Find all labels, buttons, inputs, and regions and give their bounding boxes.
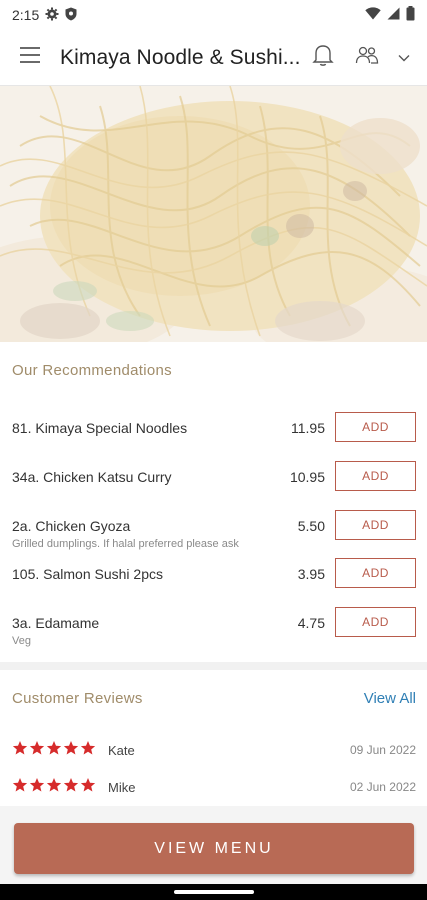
users-icon [355,45,379,70]
notifications-button[interactable] [307,42,339,74]
view-menu-button[interactable]: VIEW MENU [14,823,414,874]
add-button[interactable]: ADD [335,461,416,491]
battery-icon [406,6,415,24]
item-name: 81. Kimaya Special Noodles [12,420,188,436]
reviewer-name: Mike [108,780,136,795]
add-button[interactable]: ADD [335,412,416,442]
star-icon [46,741,62,755]
menu-item: 3a. Edamame Veg 4.75 ADD [0,607,427,661]
status-right [365,6,415,24]
item-price: 11.95 [291,420,325,436]
shield-icon [65,7,77,24]
user-group-button[interactable] [345,42,389,74]
signal-icon [387,7,400,23]
star-icon [29,778,45,792]
restaurant-hero-image [0,86,427,342]
reviewer-name: Kate [108,743,135,758]
home-gesture-handle[interactable] [174,890,254,894]
menu-item: 81. Kimaya Special Noodles 11.95 ADD [0,412,427,466]
menu-item: 34a. Chicken Katsu Curry 10.95 ADD [0,461,427,515]
star-icon [46,778,62,792]
hamburger-icon [19,46,41,69]
status-bar: 2:15 [0,0,427,30]
item-name: 105. Salmon Sushi 2pcs [12,566,163,582]
star-rating [12,740,96,756]
star-rating [12,777,96,793]
review-date: 09 Jun 2022 [349,743,416,757]
settings-icon [45,7,59,24]
status-time: 2:15 [12,7,40,23]
bell-icon [312,43,334,72]
item-name: 3a. Edamame [12,615,100,631]
reviews-title: Customer Reviews [12,690,143,707]
app-actions [307,42,427,74]
chevron-down-icon [398,49,410,67]
star-icon [12,741,28,755]
recommendations-section: Our Recommendations 81. Kimaya Special N… [0,342,427,662]
item-description: Grilled dumplings. If halal preferred pl… [12,538,239,550]
recommendations-title: Our Recommendations [12,362,172,379]
star-icon [63,741,79,755]
item-price: 3.95 [297,566,325,582]
item-name: 2a. Chicken Gyoza [12,518,131,534]
star-icon [80,741,96,755]
item-name: 34a. Chicken Katsu Curry [12,469,172,485]
star-icon [80,778,96,792]
add-button[interactable]: ADD [335,510,416,540]
add-button[interactable]: ADD [335,558,416,588]
menu-item: 105. Salmon Sushi 2pcs 3.95 ADD [0,558,427,612]
item-price: 4.75 [297,615,325,631]
wifi-icon [365,7,381,23]
item-price: 5.50 [297,518,325,534]
add-button[interactable]: ADD [335,607,416,637]
menu-button[interactable] [0,30,60,86]
section-divider [0,662,427,670]
review-date: 02 Jun 2022 [349,780,416,794]
star-icon [63,778,79,792]
app-bar: Kimaya Noodle & Sushi... [0,30,427,86]
reviews-section: Customer Reviews View All Kate 09 Jun 20… [0,670,427,805]
item-description: Veg [12,635,31,647]
review-row: Mike 02 Jun 2022 [0,777,427,801]
restaurant-title: Kimaya Noodle & Sushi... [60,45,301,69]
item-price: 10.95 [289,469,325,485]
star-icon [12,778,28,792]
system-nav-bar [0,884,427,900]
review-row: Kate 09 Jun 2022 [0,740,427,764]
account-dropdown-button[interactable] [395,42,413,74]
star-icon [29,741,45,755]
view-all-reviews-link[interactable]: View All [364,690,416,707]
status-left: 2:15 [12,7,77,24]
bottom-bar: VIEW MENU [0,806,427,884]
